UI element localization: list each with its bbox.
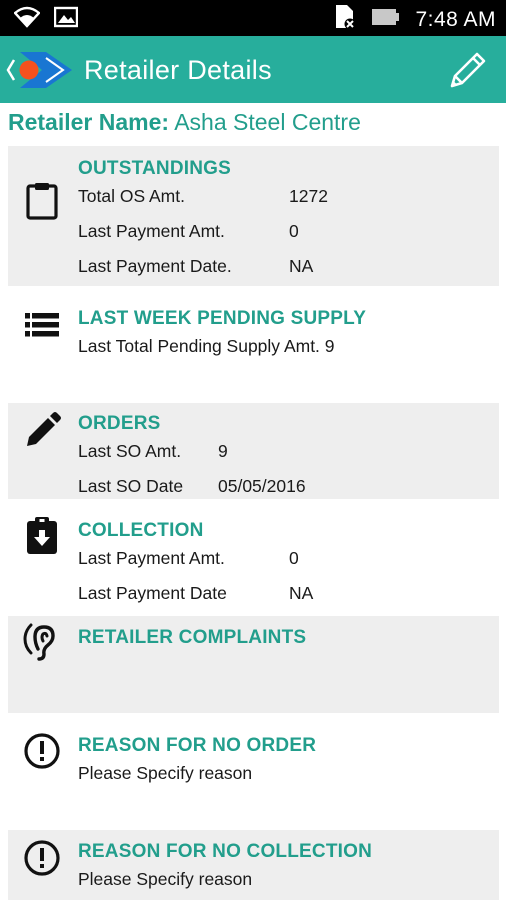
clipboard-icon <box>22 181 62 221</box>
collection-payment-amt-value: 0 <box>289 548 299 568</box>
section-title: ORDERS <box>78 413 161 434</box>
complaints-section[interactable]: RETAILER COMPLAINTS <box>8 616 499 713</box>
no-collection-section[interactable]: REASON FOR NO COLLECTION Please Specify … <box>8 830 499 900</box>
total-os-value: 1272 <box>289 186 328 206</box>
last-payment-amt-value: 0 <box>289 221 299 241</box>
last-so-date-label: Last SO Date <box>78 476 184 496</box>
last-payment-date-label: Last Payment Date. <box>78 256 232 276</box>
retailer-name-label: Retailer Name: <box>8 109 170 135</box>
status-left-icons <box>13 6 79 33</box>
last-so-amt-label: Last SO Amt. <box>78 441 182 461</box>
status-right-icons: 7:48 AM <box>333 4 496 35</box>
app-title: Retailer Details <box>84 55 272 85</box>
section-title: RETAILER COMPLAINTS <box>78 627 307 648</box>
last-payment-date-value: NA <box>289 256 314 276</box>
status-bar: 7:48 AM <box>0 0 506 36</box>
outstandings-section[interactable]: OUTSTANDINGS Total OS Amt. 1272 Last Pay… <box>8 146 499 286</box>
retailer-name-row: Retailer Name: Asha Steel Centre <box>8 109 361 136</box>
last-so-date-value: 05/05/2016 <box>218 476 306 496</box>
wifi-icon <box>13 6 41 33</box>
section-title: COLLECTION <box>78 520 204 541</box>
no-collection-reason-input[interactable]: Please Specify reason <box>78 869 252 890</box>
list-icon <box>22 304 62 344</box>
battery-icon <box>371 7 401 32</box>
alert-circle-icon <box>22 838 62 878</box>
no-sim-icon <box>333 4 357 35</box>
pencil-icon <box>22 411 62 451</box>
collection-section[interactable]: COLLECTION Last Payment Amt. 0 Last Paym… <box>8 508 499 608</box>
edit-pencil-icon[interactable] <box>446 48 490 92</box>
status-time: 7:48 AM <box>415 7 496 31</box>
app-bar: Retailer Details <box>0 36 506 103</box>
section-title: OUTSTANDINGS <box>78 158 231 179</box>
pending-supply-section[interactable]: LAST WEEK PENDING SUPPLY Last Total Pend… <box>8 296 499 396</box>
no-order-section[interactable]: REASON FOR NO ORDER Please Specify reaso… <box>8 723 499 823</box>
no-order-reason-input[interactable]: Please Specify reason <box>78 763 252 784</box>
section-title: REASON FOR NO COLLECTION <box>78 841 373 862</box>
last-payment-amt-label: Last Payment Amt. <box>78 221 225 241</box>
retailer-name-value: Asha Steel Centre <box>174 109 361 135</box>
last-so-amt-value: 9 <box>218 441 228 461</box>
back-logo-icon[interactable] <box>6 48 80 92</box>
collection-payment-date-value: NA <box>289 583 314 603</box>
collection-payment-amt-label: Last Payment Amt. <box>78 548 225 568</box>
hearing-ear-icon <box>22 620 62 661</box>
alert-circle-icon <box>22 731 62 771</box>
section-title: REASON FOR NO ORDER <box>78 735 317 756</box>
total-os-label: Total OS Amt. <box>78 186 185 206</box>
image-notification-icon <box>53 6 79 33</box>
section-title: LAST WEEK PENDING SUPPLY <box>78 308 367 329</box>
orders-section[interactable]: ORDERS Last SO Amt. 9 Last SO Date 05/05… <box>8 403 499 499</box>
pending-supply-text: Last Total Pending Supply Amt. 9 <box>78 336 335 356</box>
clipboard-download-icon <box>22 516 62 556</box>
collection-payment-date-label: Last Payment Date <box>78 583 227 603</box>
